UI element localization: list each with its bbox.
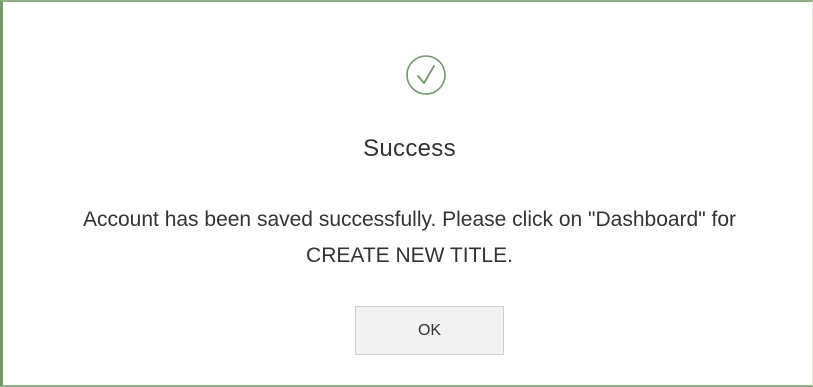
dialog-message: Account has been saved successfully. Ple… (82, 208, 737, 267)
success-dialog: Success Account has been saved successfu… (0, 0, 813, 387)
check-circle-icon (406, 55, 446, 95)
dialog-title: Success (363, 135, 456, 162)
ok-button[interactable]: OK (355, 306, 504, 355)
